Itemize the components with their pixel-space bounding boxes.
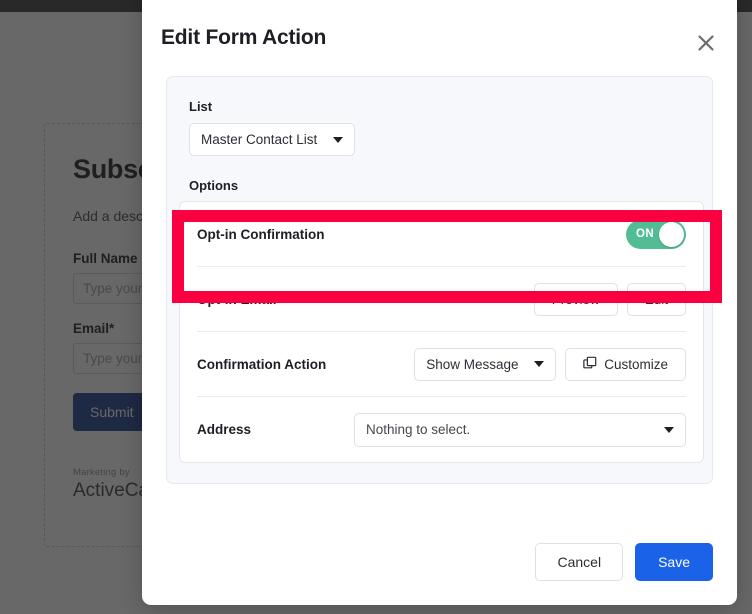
preview-button[interactable]: Preview <box>533 282 618 316</box>
edit-button[interactable]: Edit <box>626 282 686 316</box>
confirmation-action-row: Confirmation Action Show Message Customi… <box>197 332 686 397</box>
options-card: Opt-in Confirmation ON Opt-in Email Prev… <box>179 201 704 463</box>
options-label: Options <box>189 178 239 193</box>
toggle-knob <box>659 221 684 247</box>
opt-in-email-label: Opt-in Email <box>197 291 277 307</box>
customize-button-label: Customize <box>604 356 668 372</box>
edit-form-action-modal: Edit Form Action List Master Contact Lis… <box>142 0 737 605</box>
customize-button[interactable]: Customize <box>565 347 686 381</box>
list-select-value: Master Contact List <box>201 132 318 147</box>
address-select-value: Nothing to select. <box>366 422 471 437</box>
opt-in-email-row: Opt-in Email Preview Edit <box>197 267 686 332</box>
modal-body-card: List Master Contact List Options Opt-in … <box>166 76 713 484</box>
list-label: List <box>189 99 213 114</box>
address-select[interactable]: Nothing to select. <box>354 412 686 447</box>
chevron-down-icon <box>333 136 343 143</box>
confirmation-action-value: Show Message <box>426 356 519 372</box>
modal-footer: Cancel Save <box>142 543 737 581</box>
modal-header: Edit Form Action <box>142 0 737 76</box>
confirmation-action-label: Confirmation Action <box>197 356 327 372</box>
cancel-button[interactable]: Cancel <box>535 543 624 581</box>
confirmation-action-select[interactable]: Show Message <box>414 347 557 381</box>
opt-in-confirmation-row: Opt-in Confirmation ON <box>197 202 686 267</box>
chevron-down-icon <box>534 361 545 367</box>
duplicate-icon <box>583 356 597 373</box>
opt-in-confirmation-toggle[interactable]: ON <box>626 219 686 249</box>
address-row: Address Nothing to select. <box>197 397 686 462</box>
close-icon[interactable] <box>693 30 719 56</box>
modal-title: Edit Form Action <box>161 26 327 49</box>
address-label: Address <box>197 422 252 437</box>
toggle-state-label: ON <box>636 228 655 240</box>
chevron-down-icon <box>664 426 674 433</box>
opt-in-confirmation-label: Opt-in Confirmation <box>197 226 325 242</box>
save-button[interactable]: Save <box>635 543 713 581</box>
list-select[interactable]: Master Contact List <box>189 123 355 156</box>
